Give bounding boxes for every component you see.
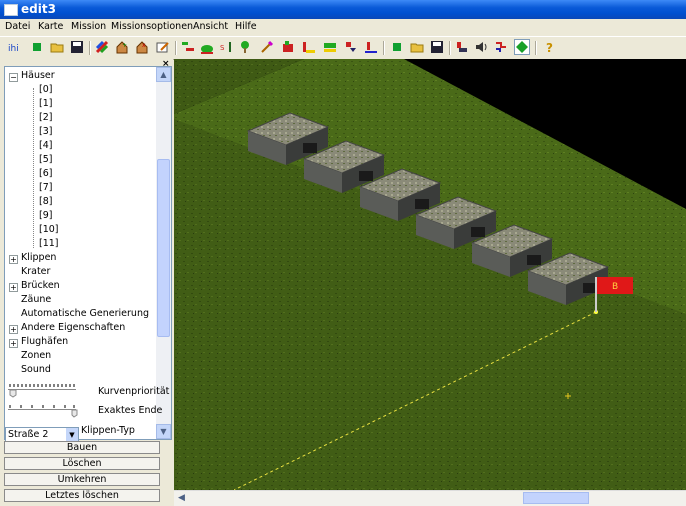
expand-icon[interactable]: +	[9, 283, 18, 292]
tree-item-zonen[interactable]: Zonen	[21, 350, 51, 361]
house-remove-icon[interactable]: x	[135, 40, 149, 54]
tree-item-house[interactable]: [8]	[39, 196, 52, 207]
toolbar-separator	[449, 41, 451, 55]
scroll-thumb[interactable]	[523, 492, 589, 504]
tree-item-house[interactable]: [3]	[39, 126, 52, 137]
curve-priority-slider[interactable]	[8, 382, 78, 398]
scroll-down-icon[interactable]: ▼	[156, 424, 171, 439]
slider-ticks	[9, 405, 78, 418]
svg-text:?: ?	[546, 41, 553, 54]
save-map-icon[interactable]	[430, 40, 444, 54]
open-map-icon[interactable]	[410, 40, 424, 54]
toolbar-separator	[175, 41, 177, 55]
tree-item-haeuser[interactable]: Häuser	[21, 70, 55, 81]
toolbar-separator	[535, 41, 537, 55]
tree-icon[interactable]: S	[220, 40, 234, 54]
menu-ansicht[interactable]: Ansicht	[193, 21, 228, 32]
unit-icon[interactable]	[455, 40, 469, 54]
expand-icon[interactable]: +	[9, 255, 18, 264]
new-map-icon[interactable]	[390, 40, 404, 54]
tree-item-andere-eigenschaften[interactable]: Andere Eigenschaften	[21, 322, 125, 333]
road-icon[interactable]	[181, 40, 195, 54]
slider-ticks	[9, 384, 75, 398]
street-select-value: Straße 2	[8, 429, 49, 440]
delete-last-button[interactable]: Letztes löschen	[4, 489, 160, 502]
window-title: edit3	[21, 2, 56, 16]
brush-icon[interactable]	[260, 40, 274, 54]
tree-item-house[interactable]: [7]	[39, 182, 52, 193]
menu-hilfe[interactable]: Hilfe	[235, 21, 257, 32]
exact-end-slider[interactable]	[8, 402, 78, 418]
expand-icon[interactable]: +	[9, 339, 18, 348]
tree-item-house[interactable]: [5]	[39, 154, 52, 165]
cliff-type-label: Klippen-Typ	[81, 425, 135, 436]
fill-icon[interactable]	[302, 40, 316, 54]
building-icon[interactable]	[281, 40, 295, 54]
exact-end-label: Exaktes Ende	[98, 405, 163, 416]
diamond-icon[interactable]	[514, 39, 530, 55]
tree-item-house[interactable]: [1]	[39, 98, 52, 109]
title-bar: edit3	[0, 0, 686, 19]
svg-text:S: S	[220, 44, 225, 52]
tree-item-zaeune[interactable]: Zäune	[21, 294, 51, 305]
svg-text:+: +	[122, 42, 127, 49]
collapse-icon[interactable]: −	[9, 73, 18, 82]
build-button[interactable]: Bauen	[4, 441, 160, 454]
bridge-icon[interactable]	[364, 40, 378, 54]
tree-item-house[interactable]: [0]	[39, 84, 52, 95]
edit-icon[interactable]	[156, 40, 170, 54]
tree-item-bruecken[interactable]: Brücken	[21, 280, 60, 291]
delete-button[interactable]: Löschen	[4, 457, 160, 470]
menu-missionsoptionen[interactable]: Missionsoptionen	[111, 21, 193, 32]
tree-item-auto-generierung[interactable]: Automatische Generierung	[21, 308, 149, 319]
sound-icon[interactable]	[474, 40, 488, 54]
map-viewport[interactable]: B	[174, 59, 686, 490]
tree-item-house[interactable]: [4]	[39, 140, 52, 151]
scroll-left-icon[interactable]: ◀	[175, 492, 188, 505]
scroll-up-icon[interactable]: ▲	[156, 67, 171, 82]
curve-priority-label: Kurvenpriorität	[98, 386, 170, 397]
svg-text:ihi: ihi	[8, 44, 19, 54]
reverse-button[interactable]: Umkehren	[4, 473, 160, 486]
tree-item-house[interactable]: [9]	[39, 210, 52, 221]
palette-icon[interactable]	[95, 40, 109, 54]
expand-icon[interactable]: +	[9, 325, 18, 334]
open-icon[interactable]	[50, 40, 64, 54]
new-icon[interactable]	[30, 40, 44, 54]
toolbar-separator	[383, 41, 385, 55]
toolbar-separator	[89, 41, 91, 55]
map-hscrollbar[interactable]: ◀	[174, 490, 686, 506]
chevron-down-icon[interactable]: ▼	[66, 428, 78, 442]
tree-item-klippen[interactable]: Klippen	[21, 252, 56, 263]
menu-mission[interactable]: Mission	[71, 21, 106, 32]
slope-icon[interactable]	[323, 40, 337, 54]
house-add-icon[interactable]: +	[115, 40, 129, 54]
toolbar: ihi + x S ?	[0, 36, 686, 60]
menu-datei[interactable]: Datei	[5, 21, 30, 32]
save-icon[interactable]	[70, 40, 84, 54]
app-icon	[4, 4, 18, 16]
tree-item-flughaefen[interactable]: Flughäfen	[21, 336, 68, 347]
tree-scrollbar[interactable]: ▲ ▼	[156, 67, 171, 439]
menu-karte[interactable]: Karte	[38, 21, 63, 32]
help-icon[interactable]: ?	[543, 40, 557, 54]
tree-item-house[interactable]: [11]	[39, 238, 59, 249]
scroll-thumb[interactable]	[157, 159, 170, 337]
tree-item-krater[interactable]: Krater	[21, 266, 50, 277]
flag-label: B	[612, 282, 618, 292]
menu-bar: Datei Karte Mission Missionsoptionen Ans…	[0, 19, 686, 36]
tree-item-sound[interactable]: Sound	[21, 364, 51, 375]
path-icon[interactable]	[494, 40, 508, 54]
tree-item-house[interactable]: [2]	[39, 112, 52, 123]
info-icon[interactable]: ihi	[8, 40, 22, 54]
left-panel: × − Häuser [0] [1] [2] [3] [4] [5] [6] […	[0, 59, 173, 505]
forest-icon[interactable]	[238, 40, 252, 54]
level-icon[interactable]	[344, 40, 358, 54]
map-canvas[interactable]: B	[174, 59, 686, 490]
terrain-icon[interactable]	[200, 40, 214, 54]
tree-line	[33, 88, 34, 248]
svg-text:x: x	[142, 42, 146, 49]
tree-item-house[interactable]: [10]	[39, 224, 59, 235]
tree-item-house[interactable]: [6]	[39, 168, 52, 179]
